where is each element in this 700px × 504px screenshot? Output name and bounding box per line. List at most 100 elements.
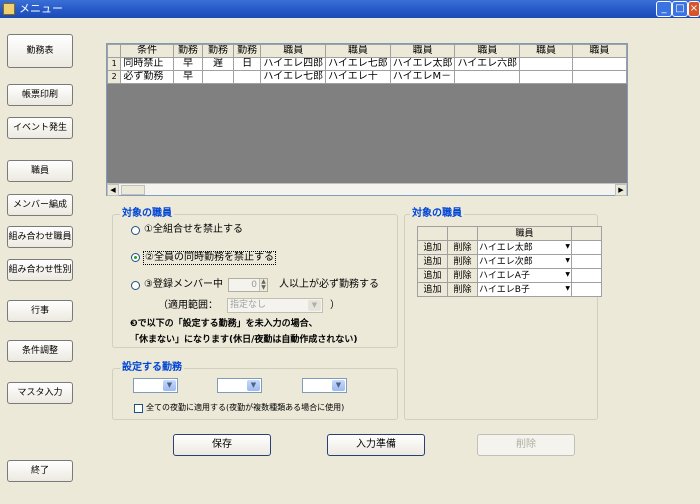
menu-button-master[interactable]: マスタ入力	[7, 382, 73, 404]
scroll-right-icon[interactable]: ▶	[615, 184, 627, 196]
grid-cell[interactable]: 必ず勤務	[120, 70, 174, 84]
range-select[interactable]: 指定なし ▼	[227, 298, 323, 313]
grid-horizontal-scrollbar[interactable]: ◀ ▶	[107, 183, 627, 196]
all-night-shift-checkbox[interactable]	[134, 404, 143, 413]
chevron-down-icon[interactable]: ▼	[163, 380, 176, 391]
menu-button-schedule[interactable]: 勤務表	[7, 34, 73, 68]
option-required-count-radio[interactable]	[131, 281, 140, 290]
save-button[interactable]: 保存	[173, 434, 271, 456]
menu-button-event[interactable]: イベント発生	[7, 117, 73, 139]
grid-cell[interactable]: 早	[172, 70, 204, 84]
grid-cell[interactable]	[232, 70, 262, 84]
member-select[interactable]: ハイエレA子 ▼	[477, 268, 572, 283]
add-member-button[interactable]: 追加	[417, 254, 448, 269]
grid-cell[interactable]	[454, 70, 521, 84]
menu-button-exit[interactable]: 終了	[7, 460, 73, 482]
grid-cell[interactable]	[519, 57, 573, 71]
delete-button[interactable]: 削除	[477, 434, 575, 456]
grid-cell[interactable]: 遅	[202, 57, 234, 71]
add-member-button[interactable]: 追加	[417, 268, 448, 283]
grid-cell[interactable]: ハイエレM－	[389, 70, 456, 84]
maximize-icon[interactable]: □	[672, 1, 688, 17]
chevron-down-icon[interactable]: ▼	[308, 300, 321, 311]
grid-col-header[interactable]: 職員	[389, 44, 456, 58]
work-select-1[interactable]: ▼	[133, 378, 178, 393]
table-row[interactable]: 追加 削除 ハイエレ次郎 ▼	[417, 254, 602, 269]
member-select[interactable]: ハイエレB子 ▼	[477, 282, 572, 297]
table-row[interactable]: 追加 削除 ハイエレA子 ▼	[417, 268, 602, 283]
minimize-icon[interactable]: _	[656, 1, 672, 17]
table-row[interactable]: 追加 削除 ハイエレ太郎 ▼	[417, 240, 602, 255]
table-row[interactable]: 1 同時禁止 早 遅 日 ハイエレ四郎 ハイエレ七郎 ハイエレ太郎 ハイエレ六郎	[106, 57, 628, 71]
delete-member-button[interactable]: 削除	[447, 240, 478, 255]
menu-button-combo-gender[interactable]: 組み合わせ性別	[7, 259, 73, 281]
option-all-combinations-label[interactable]: ①全組合せを禁止する	[144, 224, 243, 236]
work-select-3[interactable]: ▼	[302, 378, 347, 393]
chevron-down-icon[interactable]: ▼	[565, 257, 570, 265]
member-select[interactable]: ハイエレ太郎 ▼	[477, 240, 572, 255]
option-all-combinations-radio[interactable]	[131, 226, 140, 235]
delete-member-button[interactable]: 削除	[447, 254, 478, 269]
delete-member-button[interactable]: 削除	[447, 268, 478, 283]
table-row[interactable]: 2 必ず勤務 早 ハイエレ七郎 ハイエレ十 ハイエレM－	[106, 70, 628, 84]
work-select-2[interactable]: ▼	[217, 378, 262, 393]
option-simultaneous-radio[interactable]	[131, 253, 140, 262]
conditions-grid[interactable]: 条件 勤務 勤務 勤務 職員 職員 職員 職員 職員 職員 1 同時禁止 早 遅…	[106, 43, 628, 196]
grid-cell[interactable]: 早	[172, 57, 204, 71]
menu-button-print[interactable]: 帳票印刷	[7, 84, 73, 106]
menu-button-combo-staff[interactable]: 組み合わせ職員	[7, 226, 73, 248]
add-member-button[interactable]: 追加	[417, 240, 448, 255]
conditions-table: 条件 勤務 勤務 勤務 職員 職員 職員 職員 職員 職員 1 同時禁止 早 遅…	[106, 44, 628, 84]
required-count-value: 0	[251, 280, 257, 290]
grid-col-header[interactable]: 職員	[325, 44, 391, 58]
grid-cell[interactable]	[571, 57, 628, 71]
grid-col-header[interactable]: 職員	[519, 44, 573, 58]
grid-cell[interactable]	[571, 70, 628, 84]
grid-col-header[interactable]: 勤務	[232, 44, 262, 58]
menu-button-conditions[interactable]: 条件調整	[7, 340, 73, 362]
scroll-thumb[interactable]	[121, 185, 145, 195]
menu-button-events[interactable]: 行事	[7, 300, 73, 322]
add-member-button[interactable]: 追加	[417, 282, 448, 297]
row-number[interactable]: 2	[106, 70, 122, 84]
member-col-spare	[571, 226, 602, 241]
chevron-down-icon[interactable]: ▼	[565, 271, 570, 279]
grid-col-header[interactable]: 職員	[454, 44, 521, 58]
member-select[interactable]: ハイエレ次郎 ▼	[477, 254, 572, 269]
grid-cell[interactable]: ハイエレ十	[325, 70, 391, 84]
chevron-down-icon[interactable]: ▼	[332, 380, 345, 391]
grid-col-header[interactable]: 条件	[120, 44, 174, 58]
chevron-down-icon[interactable]: ▼	[565, 285, 570, 293]
grid-col-header[interactable]: 勤務	[172, 44, 204, 58]
grid-cell[interactable]: 日	[232, 57, 262, 71]
row-number[interactable]: 1	[106, 57, 122, 71]
grid-cell[interactable]	[202, 70, 234, 84]
grid-cell[interactable]: ハイエレ太郎	[389, 57, 456, 71]
table-row[interactable]: 追加 削除 ハイエレB子 ▼	[417, 282, 602, 297]
chevron-down-icon[interactable]: ▼	[247, 380, 260, 391]
menu-button-member[interactable]: メンバー編成	[7, 194, 73, 216]
option-required-prefix[interactable]: ③登録メンバー中	[144, 279, 223, 291]
option-simultaneous-label[interactable]: ②全員の同時勤務を禁止する	[143, 251, 276, 265]
grid-cell[interactable]: ハイエレ六郎	[454, 57, 521, 71]
stepper-arrows-icon[interactable]: ▲ ▼	[259, 279, 267, 291]
grid-cell[interactable]: 同時禁止	[120, 57, 174, 71]
grid-cell[interactable]	[519, 70, 573, 84]
prepare-input-button[interactable]: 入力準備	[327, 434, 425, 456]
scroll-left-icon[interactable]: ◀	[107, 184, 119, 196]
grid-cell[interactable]: ハイエレ七郎	[260, 70, 327, 84]
grid-col-header[interactable]: 勤務	[202, 44, 234, 58]
grid-col-header[interactable]: 職員	[260, 44, 327, 58]
grid-cell[interactable]: ハイエレ四郎	[260, 57, 327, 71]
note-line-1: ❸で以下の「設定する勤務」を未入力の場合、	[130, 319, 318, 329]
required-count-stepper[interactable]: 0 ▲ ▼	[228, 278, 268, 292]
grid-cell[interactable]: ハイエレ七郎	[325, 57, 391, 71]
grid-col-header[interactable]: 職員	[571, 44, 628, 58]
member-spare-cell	[571, 282, 602, 297]
delete-member-button[interactable]: 削除	[447, 282, 478, 297]
menu-button-staff[interactable]: 職員	[7, 160, 73, 182]
chevron-down-icon[interactable]: ▼	[565, 243, 570, 251]
all-night-shift-label[interactable]: 全ての夜勤に適用する(夜勤が複数種類ある場合に使用)	[146, 402, 344, 414]
close-icon[interactable]: ×	[688, 1, 700, 17]
member-spare-cell	[571, 268, 602, 283]
